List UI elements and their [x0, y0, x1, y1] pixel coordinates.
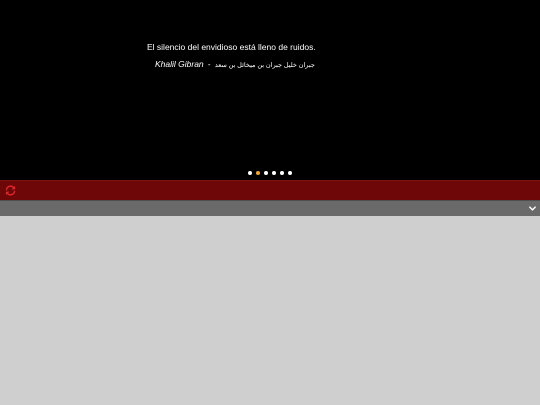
slider-dot[interactable] — [288, 171, 292, 175]
quote-author-separator: - — [207, 60, 211, 69]
content-area — [0, 216, 540, 405]
quote-attribution: Khalil Gibran - جبران خليل جبران بن ميخا… — [155, 59, 315, 69]
slider-pagination — [248, 171, 292, 177]
slider-dot[interactable] — [264, 171, 268, 175]
slider-dot[interactable] — [248, 171, 252, 175]
quote-author-arabic: جبران خليل جبران بن ميخائل بن سعد — [214, 62, 315, 69]
quote-panel: El silencio del envidioso está lleno de … — [0, 0, 540, 180]
refresh-icon[interactable] — [4, 184, 17, 197]
slider-dot[interactable] — [256, 171, 260, 175]
slider-dot[interactable] — [280, 171, 284, 175]
quote-author: Khalil Gibran — [155, 59, 204, 69]
chevron-down-icon[interactable] — [528, 204, 537, 213]
toolbar-bar — [0, 200, 540, 216]
accent-bar — [0, 180, 540, 200]
quote-text: El silencio del envidioso está lleno de … — [147, 42, 316, 52]
slider-dot[interactable] — [272, 171, 276, 175]
